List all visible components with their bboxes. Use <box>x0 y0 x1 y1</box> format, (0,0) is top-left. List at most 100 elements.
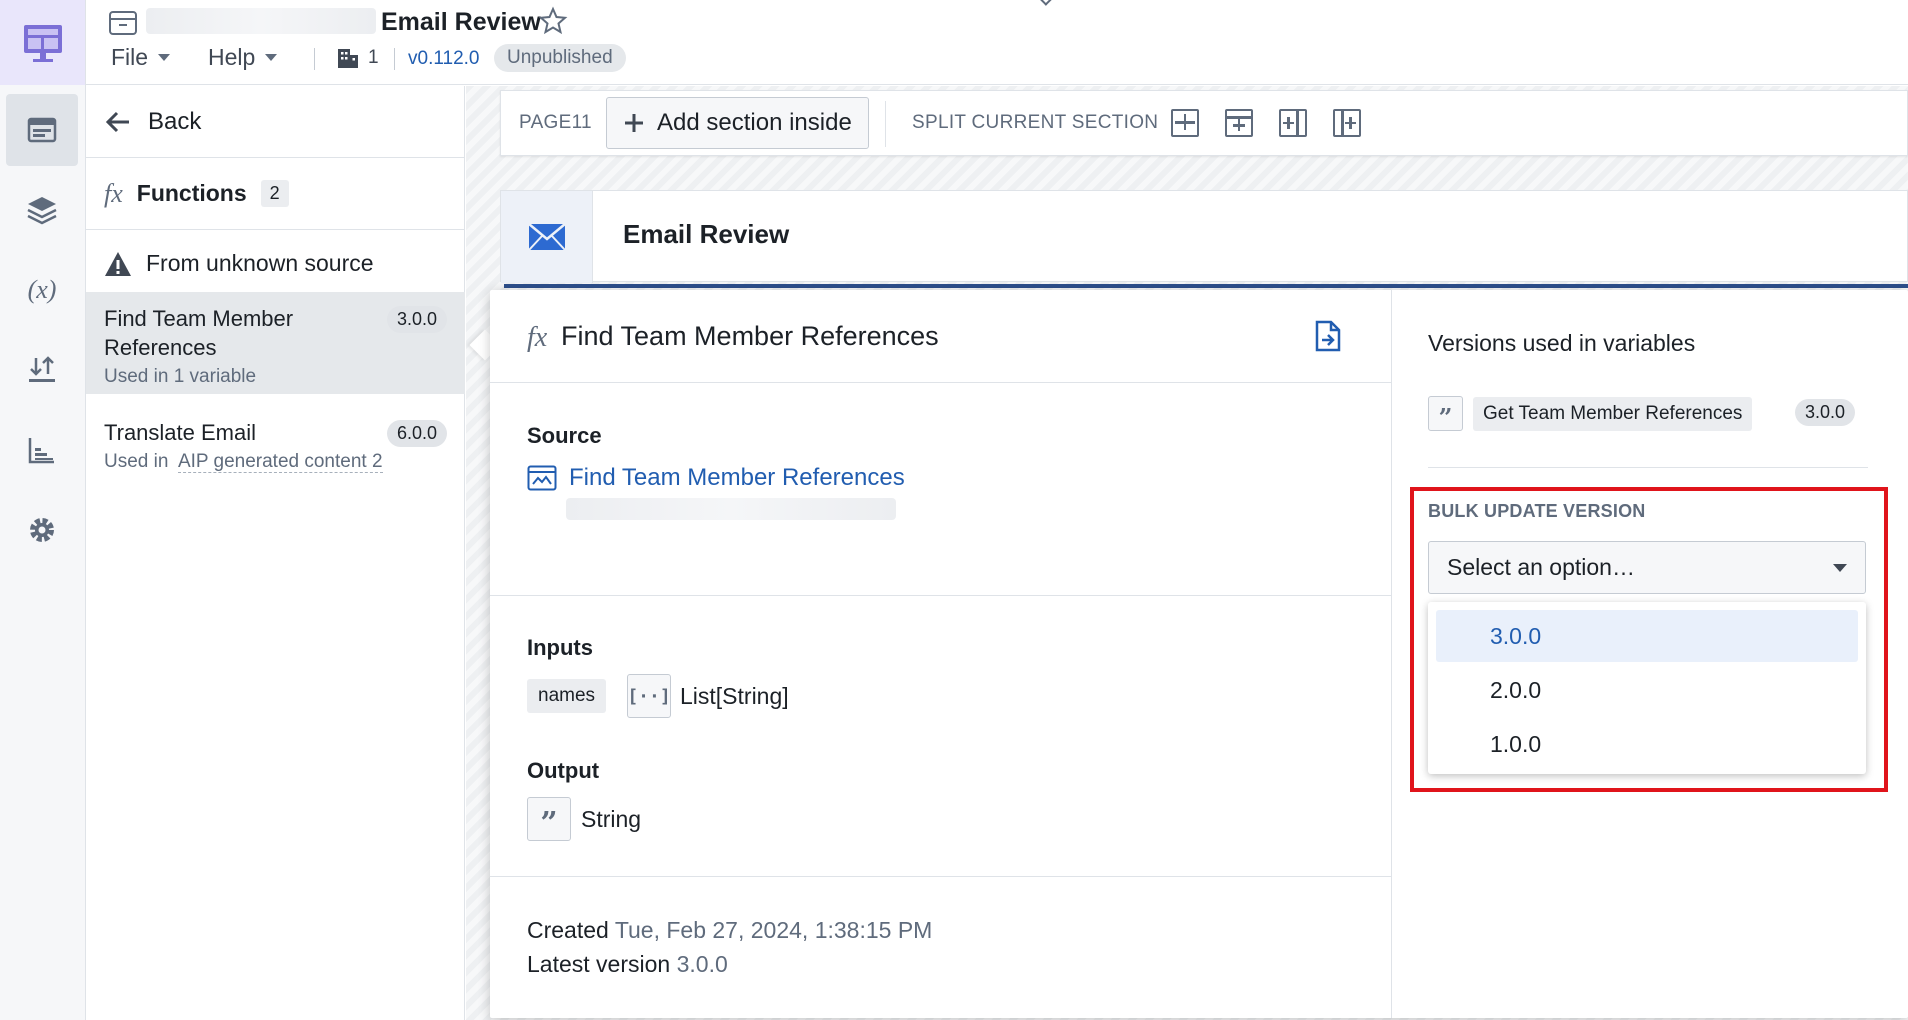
function-usage: Used in AIP generated content 2 <box>104 451 447 473</box>
version-link[interactable]: v0.112.0 <box>408 48 479 70</box>
app-header: Email Review File Help 1 v0.112.0 Unpubl… <box>86 0 1908 85</box>
latest-value: 3.0.0 <box>676 951 728 977</box>
caret-down-icon <box>1833 563 1847 572</box>
detail-divider <box>490 382 1391 383</box>
cursor-indicator <box>1040 0 1056 6</box>
function-usage: Used in 1 variable <box>104 366 257 387</box>
plus-icon <box>625 114 643 132</box>
versions-title: Versions used in variables <box>1428 330 1696 356</box>
unknown-source-label: From unknown source <box>146 250 374 276</box>
split-right-icon[interactable] <box>1333 109 1361 137</box>
section-header[interactable]: Email Review <box>500 190 1908 283</box>
app-title: Email Review <box>381 8 541 36</box>
variable-name-chip[interactable]: Get Team Member References <box>1473 397 1753 431</box>
overview-icon[interactable] <box>6 414 78 486</box>
chevron-down-icon <box>265 54 278 61</box>
archive-icon <box>108 10 138 41</box>
created-label: Created <box>527 917 609 943</box>
string-quote-icon: ” <box>1428 396 1463 431</box>
redacted-path <box>146 8 376 34</box>
versions-divider <box>1428 467 1868 468</box>
functions-sidebar: Back fx Functions 2 From unknown source … <box>86 86 465 1020</box>
function-name: Find Team Member References <box>104 306 294 360</box>
organization-indicator[interactable]: 1 <box>336 46 379 70</box>
function-fx-icon: fx <box>527 322 548 353</box>
detail-divider <box>490 876 1391 877</box>
split-bottom-icon[interactable] <box>1225 109 1253 137</box>
usage-prefix: Used in <box>104 451 169 472</box>
string-quote-icon: ” <box>527 797 571 841</box>
arrow-left-icon <box>105 111 129 132</box>
split-top-icon[interactable] <box>1171 109 1199 137</box>
envelope-icon <box>501 191 593 283</box>
help-menu[interactable]: Help <box>208 44 278 71</box>
status-badge: Unpublished <box>494 44 626 72</box>
repository-icon <box>527 465 557 491</box>
output-type: String <box>581 806 642 832</box>
settings-gear-icon[interactable] <box>6 494 78 566</box>
usage-link[interactable]: AIP generated content 2 <box>177 451 383 473</box>
toolbar-divider <box>885 101 886 147</box>
layers-icon[interactable] <box>6 174 78 246</box>
left-rail: (x) <box>0 0 86 1020</box>
created-value: Tue, Feb 27, 2024, 1:38:15 PM <box>614 917 933 943</box>
detail-divider <box>490 595 1391 596</box>
latest-version-row: Latest version 3.0.0 <box>527 951 728 978</box>
header-divider <box>314 48 315 70</box>
redacted-source-path <box>566 498 896 520</box>
function-version-badge: 3.0.0 <box>386 306 447 333</box>
latest-label: Latest version <box>527 951 671 977</box>
source-label: Source <box>527 423 602 448</box>
source-link[interactable]: Find Team Member References <box>527 464 905 492</box>
function-item-find-team-member-references[interactable]: Find Team Member References Used in 1 va… <box>86 292 465 394</box>
back-button[interactable]: Back <box>86 86 465 158</box>
function-name: Translate Email <box>104 420 257 445</box>
section-toolbar: PAGE11 Add section inside SPLIT CURRENT … <box>500 90 1908 156</box>
back-label: Back <box>148 107 202 135</box>
input-type: List[String] <box>680 683 789 709</box>
building-icon <box>338 49 358 68</box>
help-menu-label: Help <box>208 44 256 70</box>
split-section-label: SPLIT CURRENT SECTION <box>912 112 1159 133</box>
open-in-new-icon[interactable] <box>1313 320 1343 357</box>
output-label: Output <box>527 758 600 783</box>
org-count: 1 <box>368 47 379 68</box>
file-menu[interactable]: File <box>111 44 171 71</box>
functions-label: Functions <box>136 180 247 206</box>
list-bracket-icon: [··] <box>627 674 671 718</box>
source-link-label: Find Team Member References <box>569 464 905 491</box>
function-item-translate-email[interactable]: Translate Email Used in AIP generated co… <box>86 406 465 496</box>
pages-icon[interactable] <box>6 94 78 166</box>
bulk-update-label: BULK UPDATE VERSION <box>1428 501 1646 521</box>
file-menu-label: File <box>111 44 149 70</box>
chevron-down-icon <box>158 54 171 61</box>
version-option[interactable]: 3.0.0 <box>1436 610 1858 662</box>
function-version-badge: 6.0.0 <box>386 420 447 447</box>
section-active-bar <box>504 284 1908 288</box>
variable-version-badge: 3.0.0 <box>1795 399 1856 426</box>
input-name-tag: names <box>527 679 607 713</box>
header-divider <box>394 48 395 70</box>
function-fx-icon: fx <box>104 178 123 208</box>
add-section-label: Add section inside <box>657 109 852 136</box>
add-section-inside-button[interactable]: Add section inside <box>606 97 869 149</box>
popover-column-divider <box>1391 290 1392 1018</box>
functions-count: 2 <box>260 180 289 207</box>
favorite-star-icon[interactable] <box>538 6 568 41</box>
version-dropdown-menu: 3.0.0 2.0.0 1.0.0 <box>1428 602 1866 774</box>
warning-icon <box>105 251 131 276</box>
variables-icon[interactable]: (x) <box>6 254 78 326</box>
created-row: Created Tue, Feb 27, 2024, 1:38:15 PM <box>527 917 932 944</box>
unknown-source-group: From unknown source <box>104 250 374 277</box>
app-logo-icon[interactable] <box>0 0 85 85</box>
select-placeholder: Select an option… <box>1447 554 1635 580</box>
import-export-icon[interactable] <box>6 334 78 406</box>
page-label: PAGE11 <box>519 112 592 133</box>
functions-header: fx Functions 2 <box>86 158 465 230</box>
detail-title: Find Team Member References <box>561 321 939 351</box>
split-left-icon[interactable] <box>1279 109 1307 137</box>
version-option[interactable]: 2.0.0 <box>1436 664 1858 716</box>
inputs-label: Inputs <box>527 635 593 660</box>
version-option[interactable]: 1.0.0 <box>1436 718 1858 770</box>
bulk-version-select[interactable]: Select an option… <box>1428 541 1866 594</box>
